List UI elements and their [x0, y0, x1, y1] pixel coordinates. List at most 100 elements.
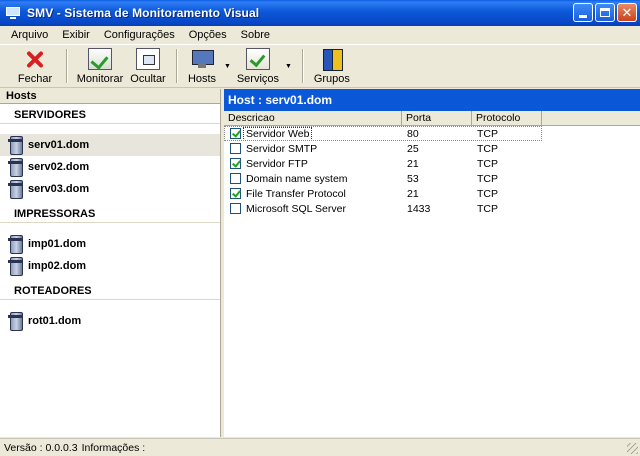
service-checkbox[interactable]	[230, 173, 241, 184]
cell-protocolo: TCP	[477, 127, 498, 140]
service-description: File Transfer Protocol	[246, 187, 346, 200]
service-checkbox[interactable]	[230, 203, 241, 214]
cell-porta: 53	[407, 172, 419, 185]
cell-porta: 80	[407, 127, 419, 140]
hosts-button[interactable]: Hosts	[184, 45, 220, 87]
cell-porta: 21	[407, 157, 419, 170]
groups-icon	[320, 48, 344, 71]
app-monitor-icon	[5, 6, 21, 20]
cell-protocolo: TCP	[477, 187, 498, 200]
column-header-protocolo[interactable]: Protocolo	[472, 111, 542, 125]
server-icon	[7, 311, 24, 331]
fechar-button[interactable]: Fechar	[10, 45, 60, 87]
ocultar-button[interactable]: Ocultar	[126, 45, 170, 87]
monitor-check-icon	[88, 48, 112, 70]
monitorar-label: Monitorar	[76, 73, 124, 85]
host-item-imp02[interactable]: imp02.dom	[0, 255, 220, 277]
servicos-dropdown-arrow-icon[interactable]: ▼	[285, 63, 292, 70]
column-header-porta[interactable]: Porta	[402, 111, 472, 125]
title-bar[interactable]: SMV - Sistema de Monitoramento Visual ✕	[0, 0, 640, 26]
cell-protocolo: TCP	[477, 202, 498, 215]
group-title: SERVIDORES	[14, 109, 86, 121]
service-check-icon	[245, 48, 270, 70]
maximize-button[interactable]	[595, 3, 615, 22]
cell-protocolo: TCP	[477, 142, 498, 155]
toolbar: Fechar Monitorar Ocultar Hosts ▼ Serviço…	[0, 44, 640, 88]
grupos-label: Grupos	[313, 73, 350, 85]
toolbar-separator	[176, 49, 178, 83]
service-row[interactable]: Servidor FTP 21 TCP	[224, 156, 640, 171]
host-item-rot01[interactable]: rot01.dom	[0, 310, 220, 332]
host-label: imp02.dom	[28, 260, 87, 272]
fechar-label: Fechar	[17, 73, 53, 85]
menu-exibir[interactable]: Exibir	[55, 29, 97, 41]
cell-porta: 25	[407, 142, 419, 155]
computer-icon	[190, 48, 214, 70]
service-checkbox[interactable]	[230, 158, 241, 169]
menu-configuracoes[interactable]: Configurações	[97, 29, 182, 41]
window-controls: ✕	[573, 3, 637, 22]
server-icon	[7, 234, 24, 254]
menu-bar: Arquivo Exibir Configurações Opções Sobr…	[0, 26, 640, 44]
hosts-label: Hosts	[187, 73, 217, 85]
close-icon: ✕	[621, 5, 633, 20]
window-title: SMV - Sistema de Monitoramento Visual	[27, 6, 260, 20]
hosts-panel: Hosts SERVIDORES serv01.dom serv02.dom s…	[0, 89, 221, 437]
host-item-serv02[interactable]: serv02.dom	[0, 156, 220, 178]
host-item-serv03[interactable]: serv03.dom	[0, 178, 220, 200]
cell-protocolo: TCP	[477, 157, 498, 170]
minimize-icon	[579, 15, 587, 18]
service-description: Microsoft SQL Server	[246, 202, 346, 215]
servicos-button[interactable]: Serviços	[235, 45, 281, 87]
status-bar: Versão : 0.0.0.3 Informações :	[0, 438, 640, 456]
service-row[interactable]: Servidor Web 80 TCP	[224, 126, 542, 141]
service-row[interactable]: File Transfer Protocol 21 TCP	[224, 186, 640, 201]
hosts-panel-header: Hosts	[0, 89, 220, 104]
host-label: serv03.dom	[28, 183, 90, 195]
host-item-serv01[interactable]: serv01.dom	[0, 134, 220, 156]
host-label: rot01.dom	[28, 315, 82, 327]
menu-arquivo[interactable]: Arquivo	[4, 29, 55, 41]
cell-descricao: Domain name system	[224, 173, 402, 185]
cell-descricao: File Transfer Protocol	[224, 188, 402, 200]
column-header-descricao[interactable]: Descricao	[224, 111, 402, 125]
cell-porta: 1433	[407, 202, 431, 215]
hosts-dropdown-arrow-icon[interactable]: ▼	[224, 63, 231, 70]
monitorar-button[interactable]: Monitorar	[74, 45, 126, 87]
hide-window-icon	[136, 48, 160, 70]
service-checkbox[interactable]	[230, 143, 241, 154]
menu-opcoes[interactable]: Opções	[182, 29, 234, 41]
group-servidores: SERVIDORES serv01.dom serv02.dom serv03.…	[0, 107, 220, 200]
grupos-button[interactable]: Grupos	[310, 45, 354, 87]
toolbar-separator	[301, 49, 304, 83]
service-description: Servidor SMTP	[246, 142, 318, 155]
service-row[interactable]: Domain name system 53 TCP	[224, 171, 640, 186]
minimize-button[interactable]	[573, 3, 593, 22]
service-row[interactable]: Microsoft SQL Server 1433 TCP	[224, 201, 640, 216]
service-checkbox[interactable]	[230, 188, 241, 199]
group-impressoras: IMPRESSORAS imp01.dom imp02.dom	[0, 206, 220, 277]
server-icon	[7, 179, 24, 199]
cell-descricao: Servidor SMTP	[224, 143, 402, 155]
ocultar-label: Ocultar	[130, 73, 166, 85]
info-text: Informações :	[81, 442, 146, 454]
services-panel: Host : serv01.dom Descricao Porta Protoc…	[224, 89, 640, 437]
resize-grip-icon[interactable]	[627, 443, 638, 454]
toolbar-separator	[66, 49, 68, 83]
group-divider	[0, 123, 220, 124]
cell-porta: 21	[407, 187, 419, 200]
host-item-imp01[interactable]: imp01.dom	[0, 233, 220, 255]
group-title: IMPRESSORAS	[14, 208, 96, 220]
service-checkbox[interactable]	[230, 128, 241, 139]
service-row[interactable]: Servidor SMTP 25 TCP	[224, 141, 640, 156]
service-description: Servidor FTP	[246, 157, 308, 170]
group-title: ROTEADORES	[14, 285, 92, 297]
maximize-icon	[600, 8, 610, 17]
version-text: Versão : 0.0.0.3	[4, 442, 78, 454]
menu-sobre[interactable]: Sobre	[234, 29, 277, 41]
cell-protocolo: TCP	[477, 172, 498, 185]
cell-descricao: Servidor FTP	[224, 158, 402, 170]
group-divider	[0, 299, 220, 300]
servicos-label: Serviços	[236, 73, 280, 85]
close-window-button[interactable]: ✕	[617, 3, 637, 22]
